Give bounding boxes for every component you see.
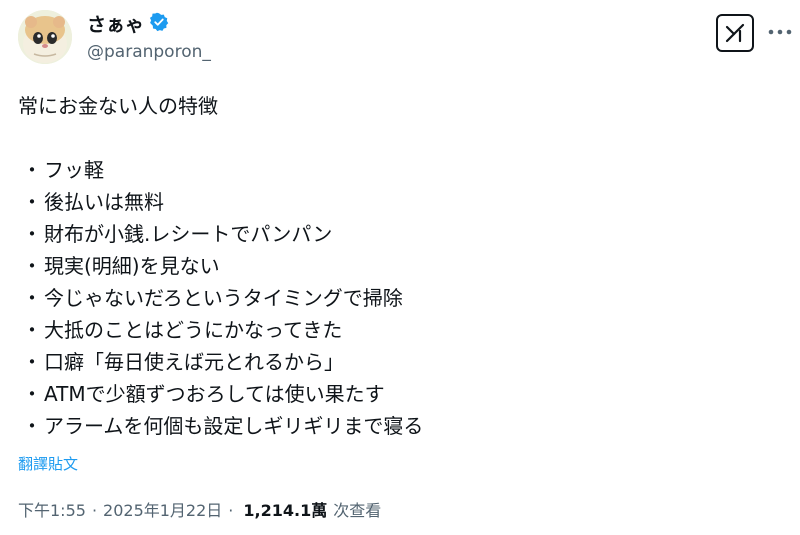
list-item: ・財布が小銭.レシートでパンパン <box>18 218 778 250</box>
views-count: 1,214.1萬 <box>243 501 328 520</box>
tweet-text: 常にお金ない人の特徴 ・フッ軽・後払いは無料・財布が小銭.レシートでパンパン・現… <box>18 90 778 442</box>
list-item-text: アラームを何個も設定しギリギリまで寝る <box>44 414 424 438</box>
tweet-bullet-list: ・フッ軽・後払いは無料・財布が小銭.レシートでパンパン・現実(明細)を見ない・今… <box>18 154 778 442</box>
list-item-text: 後払いは無料 <box>44 190 164 214</box>
more-icon <box>768 29 792 35</box>
author-handle[interactable]: @paranporon_ <box>87 40 211 64</box>
list-item-text: フッ軽 <box>44 158 104 182</box>
meta-separator: · <box>91 501 98 520</box>
grok-button[interactable] <box>716 14 754 52</box>
list-item: ・後払いは無料 <box>18 186 778 218</box>
bullet-mark: ・ <box>22 254 42 278</box>
translate-post-link[interactable]: 翻譯貼文 <box>18 453 78 475</box>
list-item: ・大抵のことはどうにかなってきた <box>18 314 778 346</box>
list-item: ・ ATMで少額ずつおろしては使い果たす <box>18 378 778 410</box>
bullet-mark: ・ <box>22 190 42 214</box>
grok-icon <box>725 23 745 43</box>
tweet-meta: 下午1:55 · 2025年1月22日 · 1,214.1萬 次查看 <box>18 500 381 522</box>
list-item: ・今じゃないだろというタイミングで掃除 <box>18 282 778 314</box>
list-item-text: 財布が小銭.レシートでパンパン <box>44 222 333 246</box>
verified-badge-icon <box>149 12 169 38</box>
list-item-text: 今じゃないだろというタイミングで掃除 <box>44 286 403 310</box>
author-display-name[interactable]: さぁゃ <box>87 13 144 37</box>
meta-separator: · <box>228 501 234 520</box>
bullet-mark: ・ <box>22 286 42 310</box>
bullet-mark: ・ <box>22 350 42 374</box>
bullet-mark: ・ <box>22 222 42 246</box>
bullet-mark: ・ <box>22 158 42 182</box>
tweet-date[interactable]: 2025年1月22日 <box>103 500 222 522</box>
bullet-mark: ・ <box>22 318 42 342</box>
list-item: ・現実(明細)を見ない <box>18 250 778 282</box>
author-name-row[interactable]: さぁゃ <box>87 12 169 38</box>
list-item: ・フッ軽 <box>18 154 778 186</box>
tweet-time[interactable]: 下午1:55 <box>18 500 86 522</box>
views-label: 次查看 <box>333 501 382 520</box>
list-item-text: ATMで少額ずつおろしては使い果たす <box>44 382 385 406</box>
list-item: ・アラームを何個も設定しギリギリまで寝る <box>18 410 778 442</box>
avatar[interactable] <box>18 10 72 64</box>
bullet-mark: ・ <box>22 382 42 406</box>
list-item-text: 口癖「毎日使えば元とれるから」 <box>44 350 344 374</box>
hamster-avatar-image <box>18 10 72 64</box>
tweet-title: 常にお金ない人の特徴 <box>18 94 218 118</box>
list-item-text: 現実(明細)を見ない <box>44 254 220 278</box>
bullet-mark: ・ <box>22 414 42 438</box>
more-options-button[interactable] <box>765 22 795 42</box>
list-item: ・口癖「毎日使えば元とれるから」 <box>18 346 778 378</box>
list-item-text: 大抵のことはどうにかなってきた <box>44 318 343 342</box>
